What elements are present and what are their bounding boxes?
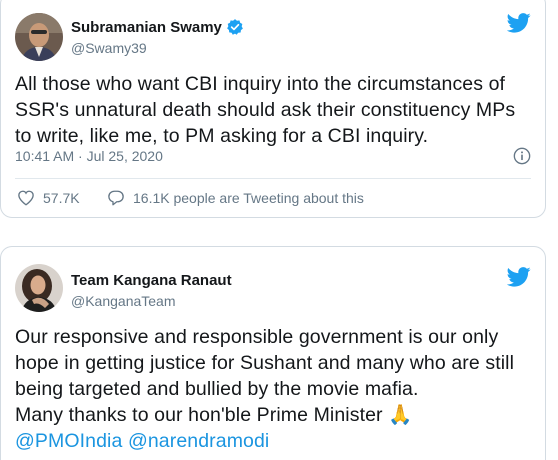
author-avatar[interactable] <box>15 13 63 61</box>
tweet-text-line: Many thanks to our hon'ble Prime Ministe… <box>15 404 383 426</box>
twitter-bird-icon[interactable] <box>507 13 531 33</box>
author-name[interactable]: Team Kangana Ranaut <box>71 272 232 289</box>
like-button[interactable]: 57.7K <box>17 189 80 207</box>
tweet-card[interactable]: Subramanian Swamy @Swamy39 All those who… <box>0 0 546 218</box>
tweet-card[interactable]: Team Kangana Ranaut @KanganaTeam Our res… <box>0 246 546 460</box>
divider <box>15 178 531 179</box>
mention-link[interactable]: @PMOIndia <box>15 430 122 452</box>
mention-link[interactable]: @narendramodi <box>128 430 269 452</box>
tweet-mentions: @PMOIndia @narendramodi <box>15 428 535 454</box>
author-handle[interactable]: @KanganaTeam <box>71 293 176 309</box>
author-handle[interactable]: @Swamy39 <box>71 40 147 56</box>
author-avatar[interactable] <box>15 264 63 312</box>
verified-badge-icon <box>227 19 243 35</box>
folded-hands-emoji: 🙏 <box>388 404 413 426</box>
tweet-text-paragraph: Many thanks to our hon'ble Prime Ministe… <box>15 402 535 428</box>
tweet-timestamp[interactable]: 10:41 AM · Jul 25, 2020 <box>15 148 163 164</box>
heart-icon <box>18 190 34 206</box>
twitter-bird-icon[interactable] <box>507 267 531 287</box>
tweeting-about-link[interactable]: 16.1K people are Tweeting about this <box>107 189 364 207</box>
tweet-text-paragraph: Our responsive and responsible governmen… <box>15 326 515 400</box>
tweeting-about-text: 16.1K people are Tweeting about this <box>133 190 364 206</box>
reply-bubble-icon <box>108 190 124 206</box>
info-icon[interactable] <box>513 147 531 165</box>
author-name[interactable]: Subramanian Swamy <box>71 18 244 36</box>
tweet-text: Our responsive and responsible governmen… <box>15 324 535 454</box>
tweet-text: All those who want CBI inquiry into the … <box>15 73 516 147</box>
like-count: 57.7K <box>43 190 80 206</box>
